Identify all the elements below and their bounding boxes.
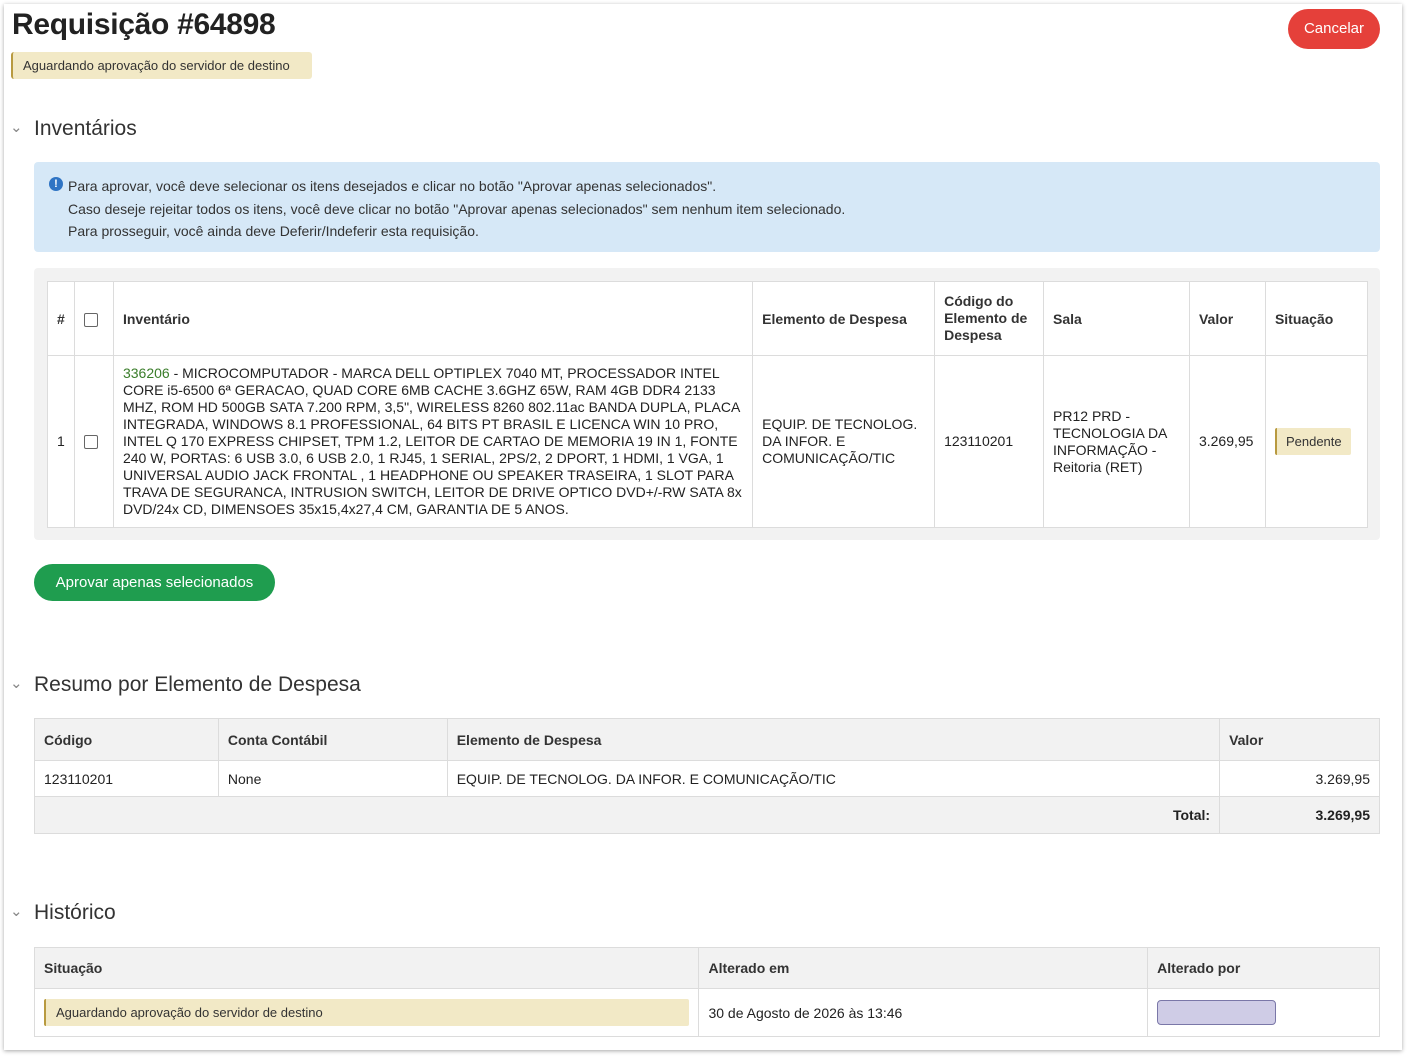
inventory-description-cell: 336206 - MICROCOMPUTADOR - MARCA DELL OP…: [112, 355, 754, 528]
section-inventarios-toggle[interactable]: ⌄ Inventários: [10, 117, 137, 141]
approve-selected-button[interactable]: Aprovar apenas selecionados: [34, 564, 275, 601]
section-title: Inventários: [34, 117, 137, 140]
column-header-situacao: Situação: [1264, 281, 1369, 356]
row-index: 1: [47, 355, 75, 528]
column-header-valor: Valor: [1188, 281, 1266, 356]
section-title: Resumo por Elemento de Despesa: [34, 673, 361, 696]
column-header-elemento: Elemento de Despesa: [446, 718, 1221, 761]
valor: 3.269,95: [1219, 760, 1380, 797]
table-row: 123110201 None EQUIP. DE TECNOLOG. DA IN…: [34, 760, 1380, 797]
table-header-row: # Inventário Elemento de Despesa Código …: [47, 281, 1369, 356]
section-historico-toggle[interactable]: ⌄ Histórico: [10, 901, 116, 925]
page: Requisição #64898 Cancelar Aguardando ap…: [4, 4, 1402, 1050]
situacao-cell: Pendente: [1264, 355, 1369, 528]
section-title: Histórico: [34, 901, 116, 924]
info-line: Para prosseguir, você ainda deve Deferir…: [68, 223, 479, 239]
status-badge: Aguardando aprovação do servidor de dest…: [44, 999, 690, 1026]
resumo-table: Código Conta Contábil Elemento de Despes…: [33, 718, 1380, 834]
column-header-conta: Conta Contábil: [217, 718, 448, 761]
inventory-description: - MICROCOMPUTADOR - MARCA DELL OPTIPLEX …: [122, 365, 742, 517]
codigo-elemento: 123110201: [934, 355, 1045, 528]
inventory-panel: # Inventário Elemento de Despesa Código …: [34, 268, 1380, 540]
chevron-down-icon: ⌄: [10, 119, 23, 137]
table-header-row: Código Conta Contábil Elemento de Despes…: [34, 718, 1380, 761]
sala: PR12 PRD - TECNOLOGIA DA INFORMAÇÃO - Re…: [1043, 355, 1190, 528]
column-header-valor: Valor: [1219, 718, 1380, 761]
select-all-cell: [73, 281, 114, 356]
column-header-codigo-elemento: Código do Elemento de Despesa: [934, 281, 1045, 356]
chevron-down-icon: ⌄: [10, 675, 23, 693]
column-header-situacao: Situação: [33, 947, 700, 989]
row-checkbox[interactable]: [83, 435, 98, 450]
inventory-code-link[interactable]: 336206: [123, 365, 170, 381]
status-badge: Aguardando aprovação do servidor de dest…: [11, 52, 312, 79]
table-row: 1 336206 - MICROCOMPUTADOR - MARCA DELL …: [47, 355, 1369, 528]
column-header-index: #: [47, 281, 75, 356]
conta-contabil: None: [217, 760, 448, 797]
section-resumo-toggle[interactable]: ⌄ Resumo por Elemento de Despesa: [10, 673, 361, 697]
table-row: Aguardando aprovação do servidor de dest…: [33, 988, 1380, 1037]
column-header-sala: Sala: [1043, 281, 1190, 356]
info-icon: !: [49, 177, 63, 191]
alterado-em: 30 de Agosto de 2026 às 13:46: [698, 988, 1149, 1037]
valor: 3.269,95: [1188, 355, 1266, 528]
select-all-checkbox[interactable]: [83, 312, 98, 327]
column-header-inventario: Inventário: [112, 281, 754, 356]
total-row: Total: 3.269,95: [33, 796, 1380, 834]
info-line: Para aprovar, você deve selecionar os it…: [68, 178, 717, 194]
situacao-cell: Aguardando aprovação do servidor de dest…: [33, 988, 700, 1037]
elemento-despesa: EQUIP. DE TECNOLOG. DA INFOR. E COMUNICA…: [752, 355, 936, 528]
status-badge-pendente: Pendente: [1274, 428, 1351, 455]
historico-table: Situação Alterado em Alterado por Aguard…: [33, 947, 1380, 1037]
column-header-codigo: Código: [34, 718, 219, 761]
total-label: Total:: [33, 796, 1221, 834]
codigo: 123110201: [34, 760, 219, 797]
column-header-alterado-por: Alterado por: [1147, 947, 1380, 989]
total-value: 3.269,95: [1219, 796, 1380, 834]
info-alert: ! Para aprovar, você deve selecionar os …: [34, 162, 1380, 252]
cancel-button[interactable]: Cancelar: [1287, 9, 1380, 49]
table-header-row: Situação Alterado em Alterado por: [33, 947, 1380, 989]
alterado-por-cell: [1147, 988, 1380, 1037]
column-header-elemento: Elemento de Despesa: [752, 281, 936, 356]
page-title: Requisição #64898: [12, 8, 276, 41]
column-header-alterado-em: Alterado em: [698, 947, 1149, 989]
user-chip[interactable]: [1157, 1000, 1277, 1025]
inventory-table: # Inventário Elemento de Despesa Código …: [47, 281, 1369, 528]
info-line: Caso deseje rejeitar todos os itens, voc…: [68, 200, 846, 217]
row-select-cell: [73, 355, 114, 528]
chevron-down-icon: ⌄: [10, 903, 23, 921]
elemento-despesa: EQUIP. DE TECNOLOG. DA INFOR. E COMUNICA…: [446, 760, 1221, 797]
